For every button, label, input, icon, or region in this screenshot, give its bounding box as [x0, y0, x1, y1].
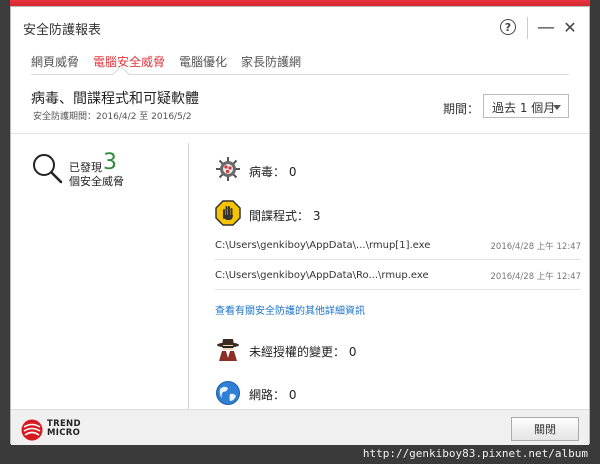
- globe-icon: [216, 381, 240, 405]
- trend-micro-logo-icon: [21, 419, 43, 441]
- watermark: http://genkiboy83.pixnet.net/album: [362, 447, 588, 460]
- background-left: [0, 0, 10, 464]
- title-bar: 安全防護報表 ? — ✕: [11, 7, 589, 45]
- logo-text: TREND MICRO: [47, 420, 81, 438]
- virus-count-label: 病毒： 0: [249, 165, 297, 179]
- trend-micro-logo: TREND MICRO: [21, 417, 101, 443]
- spyware-count-label: 間諜程式： 3: [249, 209, 321, 223]
- logo-text-line2: MICRO: [47, 428, 81, 438]
- threats-label: 個安全威脅: [69, 175, 124, 188]
- file-path: C:\Users\genkiboy\AppData\Ro...\rmup.exe: [215, 270, 429, 281]
- tab-bar: 網頁威脅 電腦安全威脅 電腦優化 家長防護網: [31, 53, 315, 73]
- file-row[interactable]: C:\Users\genkiboy\AppData\Ro...\rmup.exe…: [215, 262, 581, 290]
- magnifier-icon: [33, 154, 63, 184]
- period-label: 期間：: [443, 102, 480, 116]
- spy-icon: [217, 339, 239, 361]
- file-row[interactable]: C:\Users\genkiboy\AppData\...\rmup[1].ex…: [215, 232, 581, 260]
- report-heading: 病毒、間諜程式和可疑軟體: [31, 91, 199, 107]
- file-date: 2016/4/28 上午 12:47: [490, 272, 581, 282]
- network-count-label: 網路： 0: [249, 388, 297, 402]
- titlebar-separator: [527, 17, 528, 39]
- file-date: 2016/4/28 上午 12:47: [490, 242, 581, 252]
- details-panel: 病毒： 0 間諜程式： 3 C:\Users\genkiboy\AppData\…: [201, 134, 581, 409]
- window-title: 安全防護報表: [23, 23, 102, 38]
- help-button[interactable]: ?: [497, 16, 519, 38]
- more-details-link[interactable]: 查看有關安全防護的其他詳細資訊: [215, 302, 365, 317]
- tab-parental-controls[interactable]: 家長防護網: [241, 53, 301, 73]
- tab-web-threats[interactable]: 網頁威脅: [31, 53, 79, 73]
- report-window: 安全防護報表 ? — ✕ 網頁威脅 電腦安全威脅 電腦優化 家長防護網 病毒、間…: [10, 6, 590, 445]
- file-path: C:\Users\genkiboy\AppData\...\rmup[1].ex…: [215, 240, 431, 251]
- tab-pc-threats[interactable]: 電腦安全威脅: [93, 53, 165, 73]
- chevron-down-icon: [553, 105, 561, 110]
- protection-period-text: 安全防護期間：2016/4/2 至 2016/5/2: [33, 112, 192, 122]
- close-icon: ✕: [563, 17, 577, 37]
- unauthorized-changes-label: 未經授權的變更： 0: [249, 345, 357, 359]
- help-icon: ?: [500, 19, 516, 35]
- tab-pc-optimization[interactable]: 電腦優化: [179, 53, 227, 73]
- virus-icon: [216, 157, 240, 181]
- close-window-button[interactable]: ✕: [559, 16, 581, 38]
- close-button[interactable]: 關閉: [511, 417, 579, 441]
- threat-count: 3: [103, 150, 117, 175]
- period-dropdown[interactable]: 過去 1 個月: [483, 94, 569, 118]
- background-right: [590, 0, 600, 464]
- footer-bar: TREND MICRO 關閉: [11, 409, 589, 445]
- minimize-icon: —: [537, 16, 555, 38]
- hand-stop-icon: [215, 200, 241, 226]
- minimize-button[interactable]: —: [535, 16, 557, 38]
- period-dropdown-value: 過去 1 個月: [492, 101, 556, 115]
